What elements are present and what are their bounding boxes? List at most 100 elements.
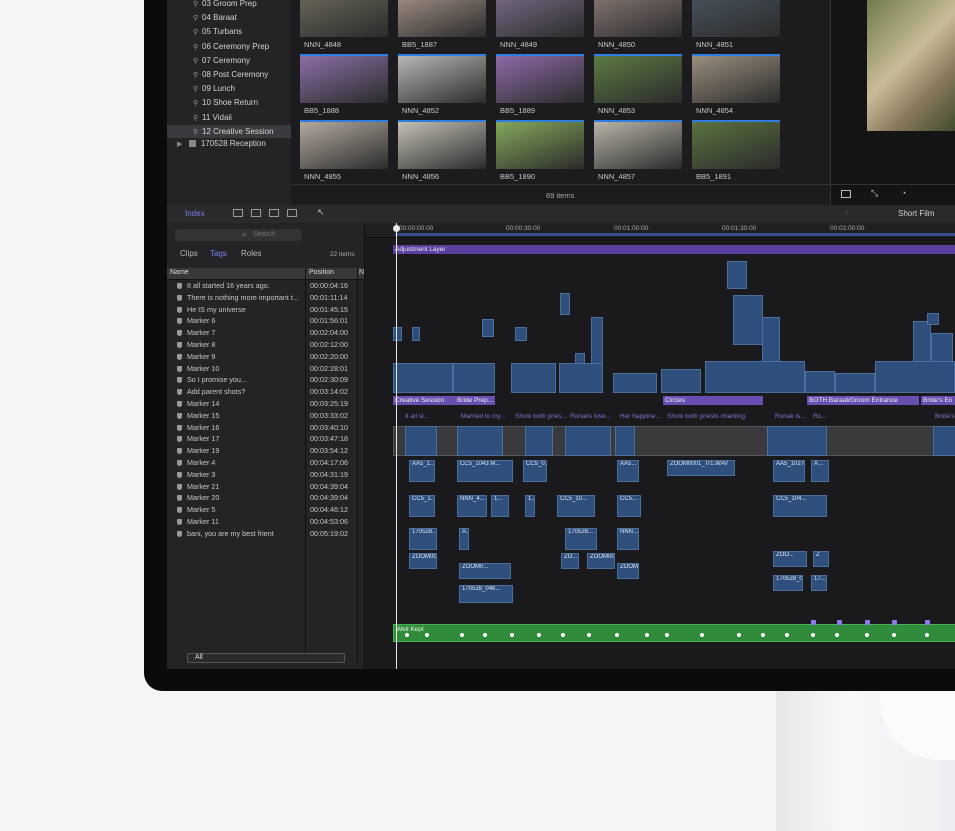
marker-name[interactable]: Marker 15 [187,410,303,422]
title-clip[interactable]: Bride Prep... [455,396,495,405]
select-tool-icon[interactable]: ↖ [317,207,325,218]
caption-clip[interactable]: Ronak is... [775,413,806,420]
keyframe[interactable] [615,633,619,637]
caption-clip[interactable]: Show both pries... [515,413,567,420]
marker[interactable] [865,620,870,625]
audio-clip[interactable]: A... [811,460,829,482]
keyframe[interactable] [561,633,565,637]
marker-name[interactable]: Marker 6 [187,315,303,327]
caption-clip[interactable]: Ronaks love... [570,413,611,420]
append-clip-icon[interactable] [269,209,279,217]
marker-name[interactable]: Marker 9 [187,351,303,363]
marker-name[interactable]: So I promise you... [187,374,303,386]
audio-clip[interactable]: AA5_1... [409,460,435,482]
connected-clip[interactable] [931,333,953,363]
audio-clip[interactable]: 170528... [409,528,437,550]
insert-clip-icon[interactable] [251,209,261,217]
clip-thumbnail[interactable] [594,0,682,37]
caption-clip[interactable]: Show both priests chanting. [667,413,747,420]
keyframe[interactable] [925,633,929,637]
video-clip[interactable] [453,363,495,393]
clip-thumbnail[interactable] [300,54,388,103]
video-clip[interactable] [705,361,805,393]
connected-clip[interactable] [733,295,763,345]
connected-clip[interactable] [727,261,747,289]
storyline-clip[interactable] [615,426,635,456]
audio-clip[interactable]: 1... [525,495,535,517]
music-clip[interactable]: Well Kept [393,624,955,642]
disclosure-triangle-icon[interactable]: ▶ [177,141,182,148]
audio-clip[interactable]: ZOOM0001_Tr1.WAV [667,460,735,476]
audio-clip[interactable]: Z [813,551,829,567]
audio-clip[interactable]: CC5_0... [523,460,547,482]
marker-name[interactable]: Marker 17 [187,433,303,445]
audio-clip[interactable]: NNN_4... [457,495,487,517]
connected-clip[interactable] [927,313,939,325]
video-clip[interactable] [661,369,701,393]
marker-name[interactable]: Marker 5 [187,504,303,516]
clip-thumbnail[interactable] [692,120,780,169]
video-clip[interactable] [805,371,835,393]
video-clip[interactable] [511,363,556,393]
video-clip[interactable] [613,373,657,393]
storyline-clip[interactable] [457,426,503,456]
keyframe[interactable] [811,633,815,637]
audio-clip[interactable]: AA5... [617,460,639,482]
playhead[interactable] [396,223,397,669]
clip-thumbnail[interactable] [300,120,388,169]
connect-clip-icon[interactable] [233,209,243,217]
audio-clip[interactable]: 170528_046... [459,585,513,603]
audio-clip[interactable]: CC5... [617,495,641,517]
keyframe[interactable] [865,633,869,637]
keyword-collection-item[interactable]: ⚲ 10 Shoe Return [193,96,258,109]
clip-thumbnail[interactable] [398,120,486,169]
storyline-clip[interactable] [565,426,611,456]
tab-clips[interactable]: Clips [180,249,198,258]
marker-name[interactable]: Marker 14 [187,398,303,410]
clip-thumbnail[interactable] [398,0,486,37]
audio-clip[interactable]: ZOO... [773,551,807,567]
caption-clip[interactable]: Ro... [813,413,827,420]
audio-clip[interactable]: 170528... [565,528,597,550]
clip-thumbnail[interactable] [496,0,584,37]
marker-name[interactable]: Marker 4 [187,457,303,469]
col-name[interactable]: Name [170,269,189,276]
audio-clip[interactable]: A... [459,528,469,550]
marker-name[interactable]: Marker 7 [187,327,303,339]
storyline-clip[interactable] [933,426,955,456]
keyframe[interactable] [892,633,896,637]
connected-clip[interactable] [515,327,527,341]
caption-clip[interactable]: Married to my... [461,413,506,420]
marker[interactable] [892,620,897,625]
marker-name[interactable]: bani, you are my best frient [187,528,303,540]
keyframe[interactable] [425,633,429,637]
audio-clip[interactable]: CC5_10... [557,495,595,517]
clip-thumbnail[interactable] [300,0,388,37]
marker-name[interactable]: Marker 20 [187,492,303,504]
event-row[interactable]: ▶ 170528 Reception [177,137,266,150]
video-clip[interactable] [559,363,603,393]
keyword-collection-item[interactable]: ⚲ 06 Ceremony Prep [193,40,269,53]
clip-thumbnail[interactable] [594,54,682,103]
keyframe[interactable] [645,633,649,637]
keyframe[interactable] [785,633,789,637]
marker[interactable] [925,620,930,625]
keyframe[interactable] [405,633,409,637]
video-clip[interactable] [393,363,453,393]
clip-thumbnail[interactable] [496,120,584,169]
connected-clip[interactable] [412,327,420,341]
title-clip[interactable]: Creative Session [393,396,455,405]
keyframe[interactable] [537,633,541,637]
audio-clip[interactable]: CC5_104... [773,495,827,517]
audio-clip[interactable]: CC5_1043 M... [457,460,513,482]
keyword-collection-item[interactable]: ⚲ 11 Vidaii [193,111,232,124]
keyframe[interactable] [761,633,765,637]
marker-name[interactable]: Marker 19 [187,445,303,457]
keyframe[interactable] [483,633,487,637]
audio-clip[interactable]: ZOOM00... [409,553,437,569]
connected-clip[interactable] [591,317,603,367]
clip-thumbnail[interactable] [594,120,682,169]
col-position[interactable]: Position [309,269,334,276]
marker-name[interactable]: It all started 16 years ago. [187,280,303,292]
audio-clip[interactable]: AA5_1027... [773,460,805,482]
